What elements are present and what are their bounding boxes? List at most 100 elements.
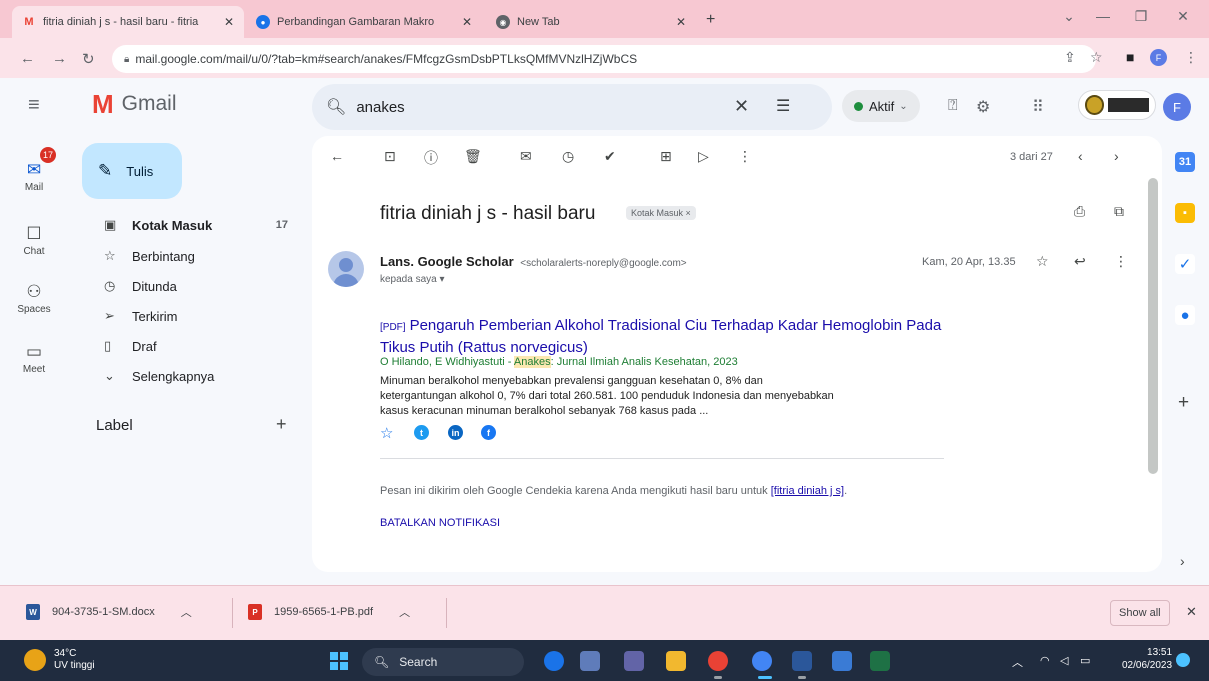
battery-icon[interactable]: ▭ [1080, 654, 1090, 667]
address-bar[interactable]: 🔒︎ mail.google.com/mail/u/0/?tab=km#sear… [112, 45, 1096, 73]
gmail-logo[interactable]: M Gmail [92, 91, 177, 117]
contacts-icon[interactable]: ● [1175, 305, 1195, 325]
tasks-icon[interactable]: ✓ [1175, 254, 1195, 274]
star-message-icon[interactable]: ☆ [1036, 253, 1049, 270]
status-selector[interactable]: Aktif ⌄ [842, 90, 920, 122]
close-window-button[interactable]: ✕ [1166, 8, 1200, 25]
message-scrollbar[interactable] [1148, 178, 1158, 474]
reload-icon[interactable]: ↻ [82, 50, 95, 68]
bookmark-star-icon[interactable]: ☆ [1090, 49, 1103, 66]
chevron-up-icon[interactable]: ︿ [399, 604, 410, 620]
system-clock[interactable]: 13:51 02/06/2023 [1122, 646, 1172, 672]
rail-mail[interactable]: ✉ Mail [0, 160, 68, 193]
chrome-menu-icon[interactable]: ⋮ [1184, 49, 1198, 66]
chevron-up-icon[interactable]: ︿ [181, 604, 192, 620]
twitter-share-icon[interactable]: t [414, 425, 429, 440]
main-menu-icon[interactable]: ≡ [28, 94, 40, 117]
account-avatar[interactable]: F [1163, 93, 1191, 121]
help-icon[interactable]: ⍰ [948, 97, 958, 115]
nav-item-more[interactable]: ⌄ Selengkapnya [82, 361, 300, 391]
profile-avatar[interactable]: F [1150, 49, 1167, 66]
rail-chat[interactable]: ☐ Chat [0, 224, 68, 257]
nav-item-starred[interactable]: ☆ Berbintang [82, 241, 300, 271]
nav-item-inbox[interactable]: ▣ Kotak Masuk 17 [82, 210, 300, 240]
tray-chevron-icon[interactable]: ︿ [1012, 654, 1023, 670]
chrome-profile-icon[interactable] [752, 651, 772, 671]
browser-tab-gmail[interactable]: M fitria diniah j s - hasil baru - fitri… [12, 6, 244, 38]
calendar-icon[interactable]: 31 [1175, 152, 1195, 172]
tab-close-icon[interactable]: ✕ [216, 15, 234, 29]
browser-tab-new-tab[interactable]: ◉ New Tab ✕ [486, 6, 696, 38]
report-spam-icon[interactable]: ⓘ [424, 148, 438, 168]
keep-icon[interactable]: ▪ [1175, 203, 1195, 223]
tab-close-icon[interactable]: ✕ [454, 15, 472, 29]
mark-unread-icon[interactable]: ✉ [520, 148, 532, 165]
browser-tab-perbandingan[interactable]: ● Perbandingan Gambaran Makro ✕ [246, 6, 482, 38]
reply-icon[interactable]: ↩ [1074, 253, 1086, 270]
widgets-app-icon[interactable] [544, 651, 564, 671]
linkedin-share-icon[interactable]: in [448, 425, 463, 440]
search-input[interactable] [356, 98, 717, 116]
wifi-icon[interactable]: ◠ [1040, 654, 1050, 667]
chrome-icon[interactable] [708, 651, 728, 671]
rail-spaces[interactable]: ⚇ Spaces [0, 282, 68, 315]
settings-gear-icon[interactable]: ⚙ [976, 97, 990, 117]
tab-search-icon[interactable]: ⌄ [1052, 8, 1086, 25]
show-all-downloads-button[interactable]: Show all [1110, 600, 1170, 626]
task-view-icon[interactable] [580, 651, 600, 671]
nav-item-snoozed[interactable]: ◷ Ditunda [82, 271, 300, 301]
forward-arrow-icon[interactable]: → [52, 50, 67, 67]
nav-item-sent[interactable]: ➢ Terkirim [82, 301, 300, 331]
inbox-label-chip[interactable]: Kotak Masuk × [626, 206, 696, 220]
compose-button[interactable]: ✎ Tulis [82, 143, 182, 199]
close-downloads-icon[interactable]: ✕ [1186, 604, 1197, 620]
apps-grid-icon[interactable]: ⠿ [1032, 97, 1044, 117]
excel-icon[interactable] [870, 651, 890, 671]
minimize-button[interactable]: — [1086, 8, 1120, 24]
cancel-notification-link[interactable]: BATALKAN NOTIFIKASI [380, 517, 500, 529]
add-addon-icon[interactable]: + [1178, 392, 1189, 414]
older-chevron-icon[interactable]: › [1114, 148, 1119, 164]
recipient-line[interactable]: kepada saya ▾ [380, 274, 445, 285]
facebook-share-icon[interactable]: f [481, 425, 496, 440]
notification-icon[interactable] [1176, 653, 1190, 667]
download-item-pdf[interactable]: P 1959-6565-1-PB.pdf ︿ [248, 597, 410, 627]
archive-icon[interactable]: ⊡ [384, 148, 396, 165]
windows-start-icon[interactable] [330, 652, 348, 670]
teams-icon[interactable] [624, 651, 644, 671]
new-tab-button[interactable]: + [706, 11, 715, 29]
search-bar[interactable]: 🔍︎ [312, 84, 832, 130]
alert-query-link[interactable]: [fitria diniah j s] [771, 485, 844, 497]
search-options-icon[interactable]: ☰ [776, 96, 790, 116]
tab-close-icon[interactable]: ✕ [668, 15, 686, 29]
expand-panel-icon[interactable]: › [1180, 553, 1185, 569]
add-label-button[interactable]: + [276, 414, 287, 435]
more-options-icon[interactable]: ⋮ [738, 148, 752, 165]
newer-chevron-icon[interactable]: ‹ [1078, 148, 1083, 164]
scholar-result-title[interactable]: [PDF] Pengaruh Pemberian Alkohol Tradisio… [380, 316, 960, 358]
rail-meet[interactable]: ▭ Meet [0, 342, 68, 375]
message-more-icon[interactable]: ⋮ [1114, 253, 1128, 270]
back-arrow-icon[interactable]: ← [20, 50, 35, 67]
side-panel-icon[interactable]: ■ [1126, 49, 1134, 65]
delete-icon[interactable]: 🗑︎ [464, 148, 482, 165]
weather-widget[interactable]: 34°C UV tinggi [24, 648, 95, 672]
move-to-icon[interactable]: ⊞ [660, 148, 672, 165]
nav-item-drafts[interactable]: ▯ Draf [82, 331, 300, 361]
clear-search-icon[interactable]: ✕ [734, 96, 749, 117]
photos-icon[interactable] [832, 651, 852, 671]
back-to-list-icon[interactable]: ← [330, 148, 344, 164]
share-icon[interactable]: ⇪ [1064, 49, 1076, 66]
snooze-icon[interactable]: ◷ [562, 148, 574, 165]
organization-logo[interactable] [1078, 90, 1156, 120]
download-item-docx[interactable]: W 904-3735-1-SM.docx ︿ [26, 597, 192, 627]
word-icon[interactable] [792, 651, 812, 671]
maximize-button[interactable]: ❐ [1124, 8, 1158, 25]
file-explorer-icon[interactable] [666, 651, 686, 671]
add-task-icon[interactable]: ✔ [604, 148, 616, 165]
label-icon[interactable]: ▷ [698, 148, 709, 165]
volume-icon[interactable]: ◁ [1060, 654, 1068, 667]
taskbar-search[interactable]: 🔍︎ Search [362, 648, 524, 676]
print-icon[interactable]: ⎙ [1074, 203, 1085, 220]
open-new-window-icon[interactable]: ⧉ [1114, 203, 1124, 220]
